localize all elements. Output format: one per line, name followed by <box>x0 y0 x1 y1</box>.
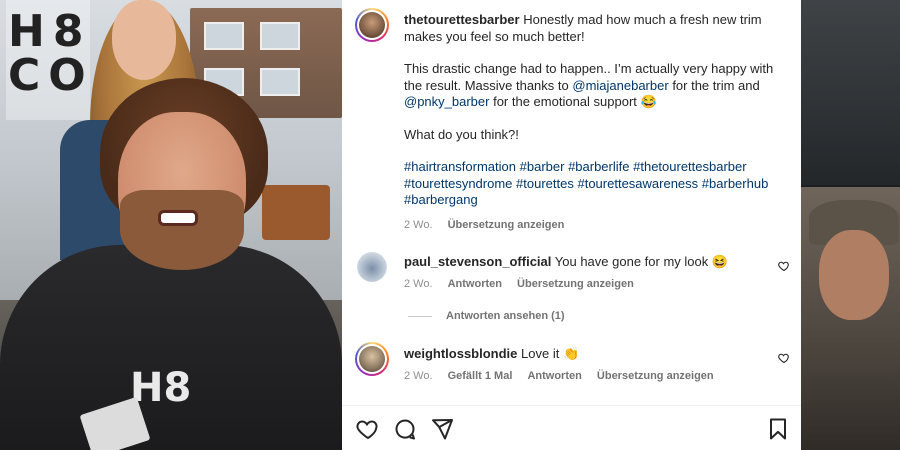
post-media[interactable]: H8 CO H8 <box>0 0 342 450</box>
adjacent-media-top <box>801 0 900 185</box>
comment-username[interactable]: paul_stevenson_official <box>404 254 551 269</box>
comment-meta: 2 Wo. Antworten Übersetzung anzeigen <box>404 278 646 290</box>
hashtag[interactable]: #tourettes <box>516 176 574 191</box>
commenter-avatar[interactable] <box>357 252 387 282</box>
comment-icon[interactable] <box>393 417 417 441</box>
view-replies-button[interactable]: Antworten ansehen (1) <box>408 310 565 322</box>
bookmark-icon[interactable] <box>766 417 790 441</box>
replies-divider <box>408 315 432 317</box>
comment-username[interactable]: weightlossblondie <box>404 346 517 361</box>
hashtag[interactable]: #barberhub <box>702 176 769 191</box>
man-mouth <box>158 210 198 226</box>
caption-question: What do you think?! <box>404 126 519 142</box>
hashtag[interactable]: #barbergang <box>404 192 478 207</box>
post-action-bar <box>342 405 801 450</box>
author-avatar[interactable] <box>355 8 389 42</box>
view-replies-label: Antworten ansehen (1) <box>446 310 565 322</box>
barber-chair <box>262 185 330 240</box>
comment-age[interactable]: 2 Wo. <box>404 370 433 382</box>
cape-logo: H8 <box>130 365 192 411</box>
adjacent-media[interactable] <box>801 0 900 450</box>
man-beard <box>120 190 244 270</box>
hashtag[interactable]: #thetourettesbarber <box>633 159 746 174</box>
post-age[interactable]: 2 Wo. <box>404 219 433 231</box>
comment-age[interactable]: 2 Wo. <box>404 278 433 290</box>
mention-pnky-barber[interactable]: @pnky_barber <box>404 94 489 109</box>
hashtag[interactable]: #tourettesyndrome <box>404 176 512 191</box>
comment-meta: 2 Wo. Gefällt 1 Mal Antworten Übersetzun… <box>404 370 726 382</box>
comment-text: You have gone for my look 😆 <box>554 254 729 269</box>
commenter-avatar[interactable] <box>355 342 389 376</box>
adjacent-face <box>819 230 889 320</box>
barber-cape <box>0 245 342 450</box>
post-caption: thetourettesbarber Honestly mad how much… <box>404 12 774 233</box>
translate-comment-link[interactable]: Übersetzung anzeigen <box>597 370 714 382</box>
share-icon[interactable] <box>430 417 454 441</box>
likes-count[interactable]: Gefällt 1 Mal <box>448 370 513 382</box>
caption-meta: 2 Wo. Übersetzung anzeigen <box>404 217 774 234</box>
woman-face <box>112 0 176 80</box>
small-heart-icon[interactable] <box>778 260 790 272</box>
reply-button[interactable]: Antworten <box>527 370 581 382</box>
translate-caption-link[interactable]: Übersetzung anzeigen <box>448 219 565 231</box>
reply-button[interactable]: Antworten <box>448 278 502 290</box>
hashtag[interactable]: #tourettesawareness <box>577 176 698 191</box>
author-username[interactable]: thetourettesbarber <box>404 12 520 27</box>
small-heart-icon[interactable] <box>778 352 790 364</box>
window-lettering: H8 CO <box>8 6 94 101</box>
comment-item: paul_stevenson_official You have gone fo… <box>404 254 764 271</box>
comment-item: weightlossblondie Love it 👏 <box>404 346 764 363</box>
comment-text: Love it 👏 <box>521 346 580 361</box>
hashtag[interactable]: #barber <box>520 159 565 174</box>
translate-comment-link[interactable]: Übersetzung anzeigen <box>517 278 634 290</box>
caption-line-3: for the trim and <box>672 77 760 93</box>
post-details-panel: thetourettesbarber Honestly mad how much… <box>342 0 801 450</box>
mention-miajanebarber[interactable]: @miajanebarber <box>572 78 668 93</box>
caption-line-4: for the emotional support 😂 <box>493 94 657 109</box>
hashtag[interactable]: #hairtransformation <box>404 159 516 174</box>
hashtag[interactable]: #barberlife <box>568 159 629 174</box>
heart-icon[interactable] <box>356 417 380 441</box>
